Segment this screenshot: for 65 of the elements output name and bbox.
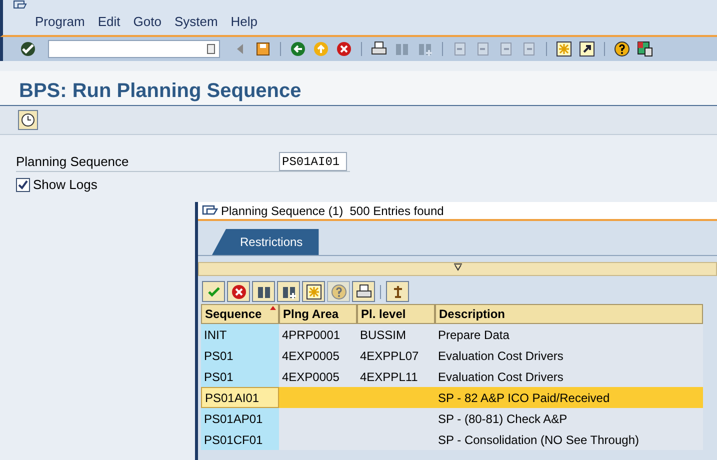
column-header[interactable]: Plng Area [279, 304, 357, 324]
table-cell: 4EXPPL11 [357, 366, 435, 387]
column-header[interactable]: Sequence [201, 304, 279, 324]
table-cell: 4EXP0005 [279, 366, 357, 387]
table-cell: INIT [201, 324, 279, 345]
table-cell: BUSSIM [357, 324, 435, 345]
help-icon [614, 41, 630, 57]
table-cell: 4EXP0005 [279, 345, 357, 366]
sparkle-icon [556, 41, 572, 57]
table-cell: Evaluation Cost Drivers [435, 345, 703, 366]
toolbar-button[interactable] [555, 40, 573, 58]
column-header[interactable]: Description [435, 304, 703, 324]
layout-icon [637, 41, 653, 57]
collapse-icon [452, 263, 462, 271]
menu-item[interactable]: Edit [98, 14, 120, 29]
column-header[interactable]: Pl. level [357, 304, 435, 324]
menu-item[interactable]: Help [230, 14, 258, 29]
toolbar-button[interactable] [613, 40, 631, 58]
dialog-title: Planning Sequence (1) 500 Entries found [221, 204, 444, 218]
table-cell: SP - Consolidation (NO See Through) [435, 429, 703, 450]
toolbar-button[interactable] [636, 40, 654, 58]
clock-icon [21, 113, 35, 127]
checkbox-label: Show Logs [33, 177, 98, 192]
help-icon [330, 284, 346, 300]
command-field[interactable] [48, 40, 220, 58]
grid-toolbar-button[interactable] [352, 281, 375, 302]
table-cell: SP - (80-81) Check A&P [435, 408, 703, 429]
table-cell: PS01 [201, 345, 279, 366]
back-icon [290, 41, 306, 57]
shortcut-icon [579, 41, 595, 57]
tab[interactable]: Restrictions [212, 229, 319, 255]
grid-toolbar-button[interactable] [277, 281, 300, 302]
execute-button[interactable] [18, 110, 38, 130]
table-cell: PS01AP01 [201, 408, 279, 429]
toolbar-button[interactable] [578, 40, 596, 58]
printer-icon [371, 41, 387, 57]
input-field[interactable]: PS01AI01 [279, 152, 347, 171]
sparkle-icon [306, 284, 322, 300]
menu-item[interactable]: Program [35, 14, 85, 29]
save-icon [255, 41, 271, 57]
table-cell: 4PRP0001 [279, 324, 357, 345]
table-cell: PS01CF01 [201, 429, 279, 450]
table-cell: 4EXPPL07 [357, 345, 435, 366]
check-icon [20, 41, 36, 57]
grid-toolbar-button[interactable] [302, 281, 325, 302]
table-cell: Evaluation Cost Drivers [435, 366, 703, 387]
table-cell: PS01AI01 [201, 387, 279, 408]
toolbar-button[interactable] [254, 40, 272, 58]
table-cell: SP - 82 A&P ICO Paid/Received [435, 387, 703, 408]
dropdown-icon [207, 44, 215, 54]
toolbar-button[interactable] [19, 40, 37, 58]
printer-icon [356, 284, 372, 300]
cancel-icon [230, 284, 246, 300]
table-cell: Prepare Data [435, 324, 703, 345]
menu-item[interactable]: System [174, 14, 218, 29]
page-title: BPS: Run Planning Sequence [0, 71, 717, 106]
menu-item[interactable]: Goto [133, 14, 162, 29]
window-icon [202, 204, 218, 216]
cancel-icon [336, 41, 352, 57]
table-cell: PS01 [201, 366, 279, 387]
field-label: Planning Sequence [16, 154, 130, 169]
grid-toolbar-button[interactable] [252, 281, 275, 302]
grid-toolbar-button[interactable] [227, 281, 250, 302]
grid-toolbar-button[interactable] [386, 281, 409, 302]
checkbox[interactable] [16, 178, 30, 192]
